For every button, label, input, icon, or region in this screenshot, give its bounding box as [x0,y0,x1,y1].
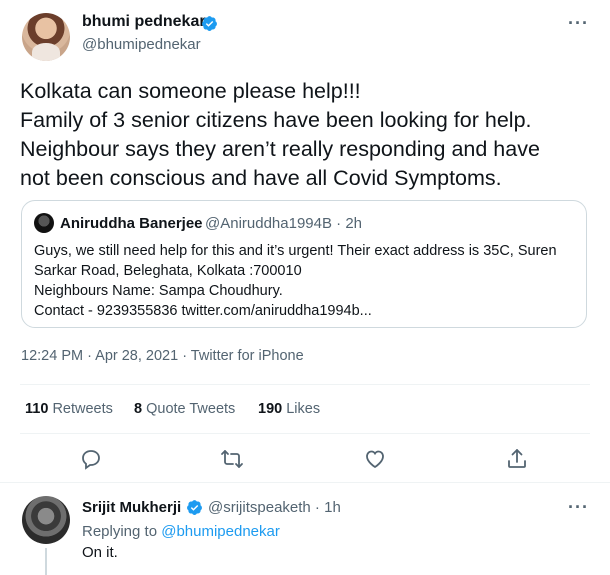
quote-author-avatar [34,213,54,233]
quoted-tweet[interactable]: Aniruddha Banerjee @Aniruddha1994B · 2h … [21,200,587,328]
tweet-text-line: not been conscious and have all Covid Sy… [20,166,502,190]
retweets-stat[interactable]: 110 Retweets [25,401,113,417]
author-name[interactable]: bhumi pednekar [82,13,206,31]
more-options-icon[interactable]: ··· [568,498,588,522]
quotes-count: 8 [134,401,143,417]
tweet-text: Kolkata can someone please help!!! Famil… [20,77,590,193]
more-options-icon[interactable]: ··· [568,14,588,38]
share-icon[interactable] [505,447,531,473]
likes-count: 190 [258,401,283,417]
reply-text: On it. [82,544,118,561]
quote-author-handle: @Aniruddha1994B · 2h [205,215,363,232]
reply-tweet[interactable]: Srijit Mukherji @srijitspeaketh · 1h ···… [0,488,610,575]
reply-icon[interactable] [79,447,105,473]
verified-badge-icon [202,16,217,31]
reply-author-name[interactable]: Srijit Mukherji [82,499,181,516]
quote-text-line: Contact - 9239355836 twitter.com/anirudd… [34,303,372,319]
verified-badge-icon [187,500,202,515]
likes-stat[interactable]: 190 Likes [258,401,320,417]
divider [0,482,610,483]
tweet-timestamp[interactable]: 12:24 PM · Apr 28, 2021 · Twitter for iP… [21,348,304,364]
author-handle[interactable]: @bhumipednekar [82,36,201,53]
tweet-text-line: Kolkata can someone please help!!! [20,79,361,103]
retweets-label: Retweets [52,401,113,417]
quote-text-line: Guys, we still need help for this and it… [34,243,557,259]
quote-author-name: Aniruddha Banerjee [60,215,203,232]
likes-label: Likes [286,401,321,417]
quotes-label: Quote Tweets [146,401,236,417]
divider [20,433,590,434]
retweet-icon[interactable] [220,447,246,473]
retweets-count: 110 [25,401,49,417]
author-avatar[interactable] [22,13,70,61]
divider [20,384,590,385]
quote-text-line: Neighbours Name: Sampa Choudhury. [34,283,283,299]
replying-to: Replying to @bhumipednekar [82,523,280,540]
tweet-text-line: Family of 3 senior citizens have been lo… [20,108,532,132]
replying-prefix: Replying to [82,523,158,540]
quote-text-line: Sarkar Road, Beleghata, Kolkata :700010 [34,263,302,279]
reply-author-avatar[interactable] [22,496,70,544]
reply-author-handle[interactable]: @srijitspeaketh · 1h [208,499,341,516]
quote-text: Guys, we still need help for this and it… [34,241,574,321]
replying-mention-link[interactable]: @bhumipednekar [161,523,280,540]
tweet-text-line: Neighbour says they aren’t really respon… [20,137,540,161]
quote-tweets-stat[interactable]: 8 Quote Tweets [134,401,235,417]
thread-line [45,548,47,575]
like-icon[interactable] [363,447,389,473]
